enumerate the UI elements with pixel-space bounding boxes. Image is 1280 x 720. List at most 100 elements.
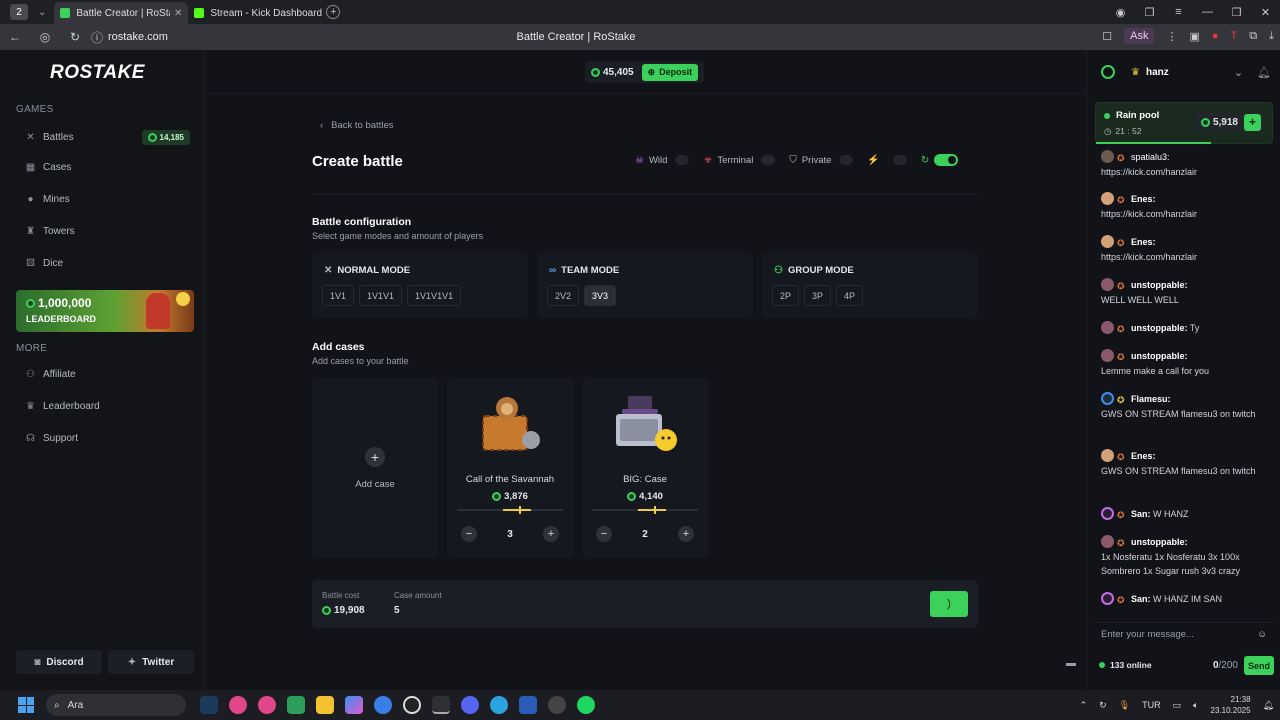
bell-icon[interactable]: 🔔︎ — [1257, 66, 1271, 79]
tab-kick-dashboard[interactable]: Stream - Kick Dashboard — [188, 2, 322, 24]
new-tab-button[interactable]: + — [326, 5, 341, 19]
tabs-icon[interactable]: ❐ — [1135, 6, 1164, 19]
download-icon[interactable]: ⤓ — [1269, 30, 1274, 43]
toggle-terminal[interactable]: ☣ Terminal — [703, 155, 776, 166]
mode-option-1v1v1[interactable]: 1V1V1 — [359, 285, 403, 306]
back-to-battles-link[interactable]: ‹ Back to battles — [320, 120, 393, 131]
bookmark-icon[interactable]: ☐ — [1102, 30, 1112, 43]
windows-start-icon[interactable] — [18, 697, 34, 713]
chat-username[interactable]: Enes: — [1131, 237, 1156, 247]
create-battle-button[interactable]: ) — [930, 591, 968, 617]
chat-username[interactable]: unstoppable: — [1131, 537, 1188, 547]
chevron-up-icon[interactable]: ⌃ — [1080, 700, 1088, 711]
yandex-browser-icon[interactable] — [432, 696, 450, 714]
notifications-icon[interactable]: 🔔︎ — [1263, 700, 1274, 711]
mode-option-2v2[interactable]: 2V2 — [547, 285, 580, 306]
extension-icon[interactable]: ▣ — [1189, 30, 1199, 43]
sidebar-item-leaderboard[interactable]: ♛ Leaderboard — [25, 401, 190, 412]
toggle-switch[interactable] — [761, 155, 776, 165]
chat-username[interactable]: Enes: — [1131, 451, 1156, 461]
sidebar-item-mines[interactable]: ● Mines — [25, 194, 190, 205]
chevron-down-icon[interactable]: ⌄ — [38, 7, 46, 18]
mode-option-3v3[interactable]: 3V3 — [584, 285, 617, 306]
taskbar-search[interactable]: ⌕ Ara — [46, 694, 186, 716]
toggle-switch-on[interactable] — [934, 154, 959, 166]
network-icon[interactable]: ▭ — [1173, 700, 1182, 711]
mode-option-3p[interactable]: 3P — [804, 285, 832, 306]
more-icon[interactable]: ⋮ — [1166, 30, 1177, 43]
discord-button[interactable]: ◙ Discord — [16, 650, 102, 674]
app-icon[interactable] — [548, 696, 566, 714]
sidebar-item-support[interactable]: ☊ Support — [25, 433, 190, 444]
mode-option-1v1[interactable]: 1V1 — [322, 285, 355, 306]
sidebar-item-cases[interactable]: ▦ Cases — [25, 162, 190, 173]
maximize-button[interactable]: ❐ — [1222, 6, 1251, 19]
app-icon[interactable] — [258, 696, 276, 714]
send-button[interactable]: Send — [1244, 656, 1274, 675]
app-icon[interactable] — [229, 696, 247, 714]
taskbar-clock[interactable]: 21:38 23.10.2025 — [1211, 694, 1251, 716]
deposit-button[interactable]: ⊕ Deposit — [641, 63, 699, 81]
tab-battle-creator[interactable]: Battle Creator | RoStake ✕ — [54, 2, 189, 24]
profile-icon[interactable]: ◉ — [1106, 6, 1135, 19]
sidebar-item-battles[interactable]: ✕ Battles 14,185 — [25, 130, 190, 145]
tip-rain-button[interactable]: + — [1244, 113, 1261, 131]
toggle-fast[interactable]: ⚡ — [867, 155, 907, 166]
logo[interactable]: ROSTAKE — [50, 62, 145, 84]
add-case-card[interactable]: + Add case — [312, 378, 438, 558]
increment-button[interactable]: + — [543, 526, 559, 542]
toggle-private[interactable]: ⛉ Private — [789, 155, 854, 166]
chat-username[interactable]: Flamesu: — [1131, 394, 1171, 404]
mode-option-1v1v1v1[interactable]: 1V1V1V1 — [407, 285, 462, 306]
username[interactable]: hanz — [1146, 67, 1169, 78]
twitter-button[interactable]: ✦ Twitter — [108, 650, 194, 674]
toggle-wild[interactable]: ☠ Wild — [635, 155, 690, 166]
emoji-icon[interactable]: ☺ — [1257, 629, 1267, 640]
word-icon[interactable] — [519, 696, 537, 714]
chat-username[interactable]: unstoppable: — [1131, 323, 1188, 333]
toggle-switch[interactable] — [675, 155, 690, 165]
chat-username[interactable]: San: — [1131, 509, 1151, 519]
volume-icon[interactable]: 🔈︎ — [1193, 700, 1198, 711]
close-window-button[interactable]: ✕ — [1251, 6, 1280, 19]
language-indicator[interactable]: TUR — [1142, 700, 1161, 710]
microphone-icon[interactable]: 🎙︎ — [1119, 700, 1130, 711]
chat-username[interactable]: unstoppable: — [1131, 351, 1188, 361]
chat-username[interactable]: San: — [1131, 594, 1151, 604]
increment-button[interactable]: + — [678, 526, 694, 542]
extension-icon[interactable]: T — [1231, 30, 1238, 42]
chat-message-input[interactable]: Enter your message... ☺ — [1095, 622, 1273, 646]
workspace-button[interactable]: 2 — [10, 4, 28, 20]
sync-icon[interactable]: ↻ — [1099, 700, 1107, 711]
decrement-button[interactable]: − — [596, 526, 612, 542]
extension-icon[interactable]: ● — [1212, 30, 1219, 42]
chevron-down-icon[interactable]: ⌄ — [1234, 66, 1243, 79]
leaderboard-promo-banner[interactable]: 1,000,000 LEADERBOARD — [16, 290, 194, 332]
mode-option-2p[interactable]: 2P — [772, 285, 800, 306]
copilot-icon[interactable] — [345, 696, 363, 714]
sidebar-item-affiliate[interactable]: ⚇ Affiliate — [25, 369, 190, 380]
steam-app-icon[interactable] — [200, 696, 218, 714]
sidebar-item-dice[interactable]: ⚄ Dice — [25, 258, 190, 269]
discord-icon[interactable] — [461, 696, 479, 714]
toggle-switch[interactable] — [892, 155, 907, 165]
chat-username[interactable]: unstoppable: — [1131, 280, 1188, 290]
chrome-icon[interactable] — [374, 696, 392, 714]
ask-button[interactable]: Ask — [1124, 28, 1155, 44]
spotify-icon[interactable] — [577, 696, 595, 714]
extensions-icon[interactable]: ⧉ — [1249, 30, 1257, 43]
obs-icon[interactable] — [403, 696, 421, 714]
telegram-icon[interactable] — [490, 696, 508, 714]
chat-username[interactable]: Enes: — [1131, 194, 1156, 204]
app-icon[interactable] — [287, 696, 305, 714]
chat-username[interactable]: spatialu3: — [1131, 152, 1170, 162]
menu-icon[interactable]: ≡ — [1164, 6, 1193, 18]
sidebar-item-towers[interactable]: ♜ Towers — [25, 226, 190, 237]
minimize-button[interactable]: — — [1193, 6, 1222, 18]
close-icon[interactable]: ✕ — [174, 8, 182, 19]
chat-toggle-icon[interactable]: ▬ — [1066, 658, 1076, 669]
toggle-switch[interactable] — [839, 155, 854, 165]
file-explorer-icon[interactable] — [316, 696, 334, 714]
mode-option-4p[interactable]: 4P — [836, 285, 864, 306]
toggle-auto[interactable]: ↻ — [921, 154, 959, 166]
